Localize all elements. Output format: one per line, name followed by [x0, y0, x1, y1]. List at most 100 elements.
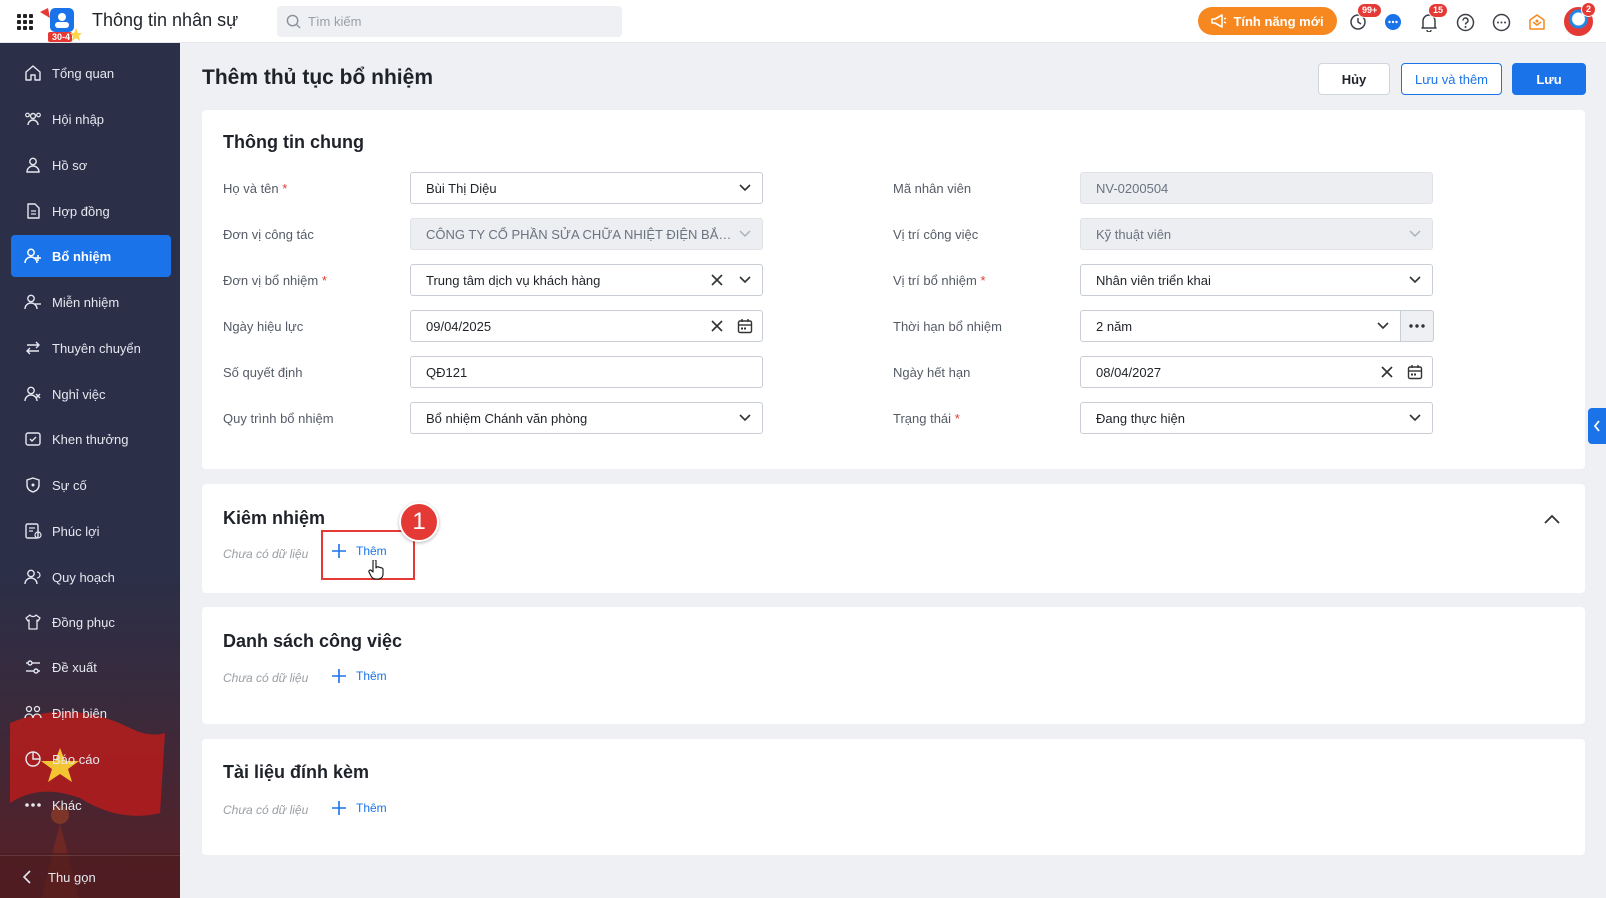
- sidebar-item-mien-nhiem[interactable]: Miễn nhiệm: [11, 281, 171, 323]
- sidebar-item-label: Tổng quan: [52, 65, 115, 81]
- expiry-date-input[interactable]: 08/04/2027: [1080, 356, 1433, 388]
- attachments-empty-text: Chưa có dữ liệu: [223, 803, 309, 817]
- notification-button[interactable]: 15: [1418, 3, 1449, 33]
- avatar-badge: 2: [1581, 2, 1597, 17]
- gift-button[interactable]: [1526, 11, 1548, 33]
- sidebar-item-dinh-bien[interactable]: Định biên: [11, 692, 171, 734]
- chevron-left-icon: [22, 870, 32, 884]
- term-more-button[interactable]: [1401, 310, 1434, 342]
- benefit-icon: [23, 521, 43, 541]
- sidebar-item-thuyen-chuyen[interactable]: Thuyên chuyển: [11, 327, 171, 369]
- clear-icon[interactable]: [706, 269, 728, 291]
- attachments-add-button[interactable]: Thêm: [332, 801, 387, 815]
- new-feature-label: Tính năng mới: [1233, 13, 1324, 29]
- award-icon: [23, 429, 43, 449]
- calendar-icon[interactable]: [734, 315, 756, 337]
- appoint-position-select[interactable]: Nhân viên triển khai: [1080, 264, 1433, 296]
- collapse-label: Thu gọn: [48, 869, 96, 885]
- sidebar-collapse-button[interactable]: Thu gọn: [0, 855, 180, 898]
- sidebar-item-label: Nghỉ việc: [52, 386, 106, 402]
- sidebar-item-khen-thuong[interactable]: Khen thưởng: [11, 418, 171, 460]
- status-value: Đang thực hiện: [1096, 410, 1185, 426]
- cursor-hand-icon: [368, 560, 384, 580]
- chevron-down-icon[interactable]: [734, 407, 756, 429]
- clear-icon[interactable]: [706, 315, 728, 337]
- help-button[interactable]: [1454, 11, 1476, 33]
- chat-button[interactable]: [1382, 11, 1404, 33]
- chevron-down-icon[interactable]: [734, 269, 756, 291]
- side-panel-toggle[interactable]: [1588, 408, 1606, 444]
- sidebar-item-su-co[interactable]: Sự cố: [11, 464, 171, 506]
- new-feature-button[interactable]: Tính năng mới: [1198, 7, 1337, 35]
- expiry-date-value: 08/04/2027: [1096, 364, 1162, 380]
- tasks-add-button[interactable]: Thêm: [332, 669, 387, 683]
- cancel-button[interactable]: Hủy: [1318, 63, 1390, 95]
- user-minus-icon: [23, 292, 43, 312]
- sidebar-item-label: Đồng phục: [52, 614, 115, 630]
- clear-icon[interactable]: [1376, 361, 1398, 383]
- decision-no-input[interactable]: QĐ121: [410, 356, 763, 388]
- sidebar-item-label: Báo cáo: [52, 751, 100, 767]
- history-button[interactable]: 99+: [1347, 3, 1383, 33]
- sidebar-item-ho-so[interactable]: Hồ sơ: [11, 144, 171, 186]
- sidebar-item-bao-cao[interactable]: Báo cáo: [11, 738, 171, 780]
- sidebar-item-hoi-nhap[interactable]: Hội nhập: [11, 98, 171, 140]
- plus-icon: [332, 801, 346, 815]
- sidebar-item-label: Bổ nhiệm: [52, 248, 112, 264]
- save-button[interactable]: Lưu: [1512, 63, 1586, 95]
- sidebar-item-hop-dong[interactable]: Hợp đồng: [11, 190, 171, 232]
- employee-code-label: Mã nhân viên: [893, 181, 972, 196]
- more-horizontal-icon: [1409, 324, 1425, 328]
- full-name-label: Họ và tên *: [223, 181, 288, 196]
- calendar-icon[interactable]: [1404, 361, 1426, 383]
- chevron-down-icon[interactable]: [1372, 315, 1394, 337]
- expiry-date-label: Ngày hết hạn: [893, 365, 971, 380]
- app-logo[interactable]: 30-4: [38, 6, 82, 42]
- sidebar-item-bo-nhiem[interactable]: Bổ nhiệm: [11, 235, 171, 277]
- chevron-down-icon[interactable]: [1404, 407, 1426, 429]
- sidebar-item-nghi-viec[interactable]: Nghỉ việc: [11, 373, 171, 415]
- term-select[interactable]: 2 năm: [1080, 310, 1401, 342]
- process-value: Bổ nhiệm Chánh văn phòng: [426, 410, 588, 426]
- document-icon: [23, 201, 43, 221]
- avatar[interactable]: 2: [1564, 2, 1597, 36]
- process-label: Quy trình bổ nhiệm: [223, 411, 334, 426]
- sidebar-item-label: Sự cố: [52, 477, 87, 493]
- tasks-title: Danh sách công việc: [223, 631, 403, 651]
- sidebar-item-dong-phuc[interactable]: Đồng phục: [11, 601, 171, 643]
- status-select[interactable]: Đang thực hiện: [1080, 402, 1433, 434]
- appoint-unit-select[interactable]: Trung tâm dịch vụ khách hàng: [410, 264, 763, 296]
- gift-icon: [1529, 14, 1545, 30]
- chevron-down-icon[interactable]: [734, 177, 756, 199]
- sidebar-item-de-xuat[interactable]: Đề xuất: [11, 646, 171, 688]
- chevron-up-icon[interactable]: [1544, 514, 1560, 524]
- status-label: Trạng thái *: [893, 411, 960, 426]
- sidebar-item-khac[interactable]: Khác: [11, 784, 171, 826]
- search-input[interactable]: [308, 6, 608, 37]
- search-box[interactable]: [277, 6, 622, 37]
- chart-pie-icon: [23, 749, 43, 769]
- sidebar-item-label: Định biên: [52, 705, 107, 721]
- shield-alert-icon: [23, 475, 43, 495]
- full-name-value: Bùi Thị Diệu: [426, 180, 497, 196]
- process-select[interactable]: Bổ nhiệm Chánh văn phòng: [410, 402, 763, 434]
- chevron-down-icon[interactable]: [1404, 269, 1426, 291]
- search-icon: [286, 14, 301, 29]
- sidebar-item-label: Hội nhập: [52, 111, 105, 127]
- app-grid-icon[interactable]: [17, 14, 33, 30]
- sidebar-item-tong-quan[interactable]: Tổng quan: [11, 52, 171, 94]
- full-name-select[interactable]: Bùi Thị Diệu: [410, 172, 763, 204]
- sidebar-item-phuc-loi[interactable]: Phúc lợi: [11, 510, 171, 552]
- page-title: Thêm thủ tục bổ nhiệm: [202, 66, 433, 89]
- effective-date-input[interactable]: 09/04/2025: [410, 310, 763, 342]
- sidebar-item-label: Miễn nhiệm: [52, 294, 120, 310]
- decision-no-value: QĐ121: [426, 364, 468, 380]
- work-unit-value: CÔNG TY CỔ PHẦN SỬA CHỮA NHIỆT ĐIỆN BẮC …: [426, 226, 734, 242]
- sidebar-item-label: Khen thưởng: [52, 431, 129, 447]
- chevron-down-icon: [1404, 223, 1426, 245]
- general-info-title: Thông tin chung: [223, 132, 364, 152]
- sidebar-item-quy-hoach[interactable]: Quy hoạch: [11, 556, 171, 598]
- home-icon: [23, 63, 43, 83]
- more-options-button[interactable]: [1490, 11, 1512, 33]
- save-and-add-button[interactable]: Lưu và thêm: [1401, 63, 1502, 95]
